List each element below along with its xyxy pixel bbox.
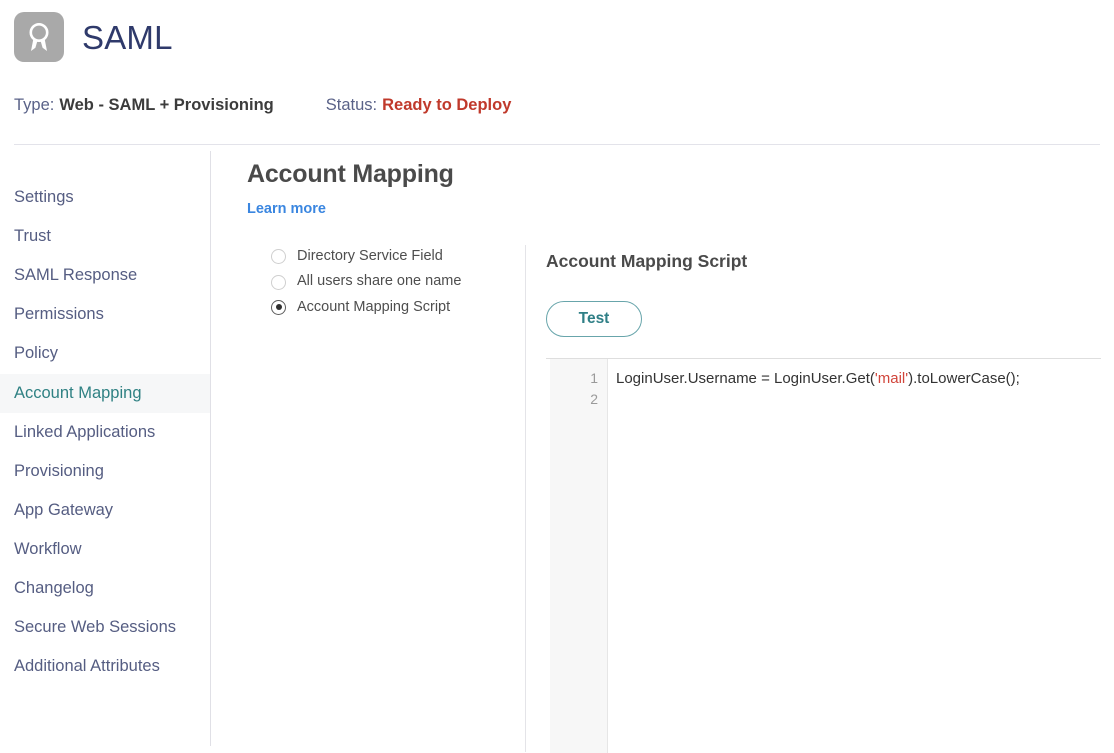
- page-title: SAML: [82, 21, 173, 54]
- sidebar-item-provisioning[interactable]: Provisioning: [0, 452, 210, 491]
- app-type-value: Web - SAML + Provisioning: [59, 96, 273, 115]
- code-token-plain: LoginUser.Username = LoginUser.Get(: [616, 370, 875, 387]
- account-mapping-script-panel: Account Mapping Script Test 12 LoginUser…: [546, 245, 1114, 752]
- sidebar-item-workflow[interactable]: Workflow: [0, 530, 210, 569]
- radio-option-label: All users share one name: [297, 273, 461, 290]
- radio-option-all-users-share-one-name[interactable]: All users share one name: [271, 273, 516, 290]
- code-token-plain: ).toLowerCase();: [908, 370, 1020, 387]
- test-button[interactable]: Test: [546, 301, 642, 337]
- code-line: [616, 389, 1101, 410]
- sidebar-item-secure-web-sessions[interactable]: Secure Web Sessions: [0, 608, 210, 647]
- radio-option-label: Account Mapping Script: [297, 299, 450, 316]
- sidebar-divider: [210, 151, 211, 746]
- award-ribbon-icon: [14, 12, 64, 62]
- sidebar-item-permissions[interactable]: Permissions: [0, 295, 210, 334]
- status-badge: Ready to Deploy: [382, 96, 511, 115]
- content-column-divider: [525, 245, 526, 752]
- learn-more-link[interactable]: Learn more: [247, 201, 326, 217]
- radio-unselected-icon[interactable]: [271, 275, 286, 290]
- editor-line-number-gutter: 12: [550, 359, 608, 753]
- sidebar-item-additional-attributes[interactable]: Additional Attributes: [0, 647, 210, 686]
- saml-app-config-page: SAML Type: Web - SAML + Provisioning Sta…: [0, 0, 1114, 752]
- sidebar-item-policy[interactable]: Policy: [0, 334, 210, 373]
- editor-code-area[interactable]: LoginUser.Username = LoginUser.Get('mail…: [616, 368, 1101, 410]
- app-type-label: Type:: [14, 96, 54, 115]
- sidebar-item-linked-applications[interactable]: Linked Applications: [0, 413, 210, 452]
- app-status: Status: Ready to Deploy: [326, 96, 512, 115]
- sidebar-item-changelog[interactable]: Changelog: [0, 569, 210, 608]
- app-type: Type: Web - SAML + Provisioning: [14, 96, 274, 115]
- sidebar-nav: SettingsTrustSAML ResponsePermissionsPol…: [0, 145, 210, 752]
- line-number: 2: [550, 389, 607, 410]
- line-number: 1: [550, 368, 607, 389]
- code-line: LoginUser.Username = LoginUser.Get('mail…: [616, 368, 1101, 389]
- script-code-editor[interactable]: 12 LoginUser.Username = LoginUser.Get('m…: [546, 358, 1101, 753]
- radio-option-label: Directory Service Field: [297, 248, 443, 265]
- script-panel-title: Account Mapping Script: [546, 251, 747, 272]
- sidebar-item-account-mapping[interactable]: Account Mapping: [0, 374, 210, 413]
- app-header: SAML: [14, 12, 173, 62]
- sidebar-item-trust[interactable]: Trust: [0, 217, 210, 256]
- code-token-string: 'mail': [875, 370, 908, 387]
- radio-option-account-mapping-script[interactable]: Account Mapping Script: [271, 299, 516, 316]
- app-meta-row: Type: Web - SAML + Provisioning Status: …: [14, 96, 511, 115]
- radio-selected-icon[interactable]: [271, 300, 286, 315]
- radio-option-directory-service-field[interactable]: Directory Service Field: [271, 248, 516, 265]
- sidebar-item-settings[interactable]: Settings: [0, 178, 210, 217]
- main-content: Account Mapping Learn more Directory Ser…: [247, 145, 1114, 752]
- sidebar-item-app-gateway[interactable]: App Gateway: [0, 491, 210, 530]
- app-status-label: Status:: [326, 96, 377, 115]
- sidebar-item-saml-response[interactable]: SAML Response: [0, 256, 210, 295]
- radio-unselected-icon[interactable]: [271, 249, 286, 264]
- section-title: Account Mapping: [247, 160, 454, 189]
- body-area: SettingsTrustSAML ResponsePermissionsPol…: [0, 145, 1114, 752]
- account-mapping-options: Directory Service Field All users share o…: [271, 248, 516, 324]
